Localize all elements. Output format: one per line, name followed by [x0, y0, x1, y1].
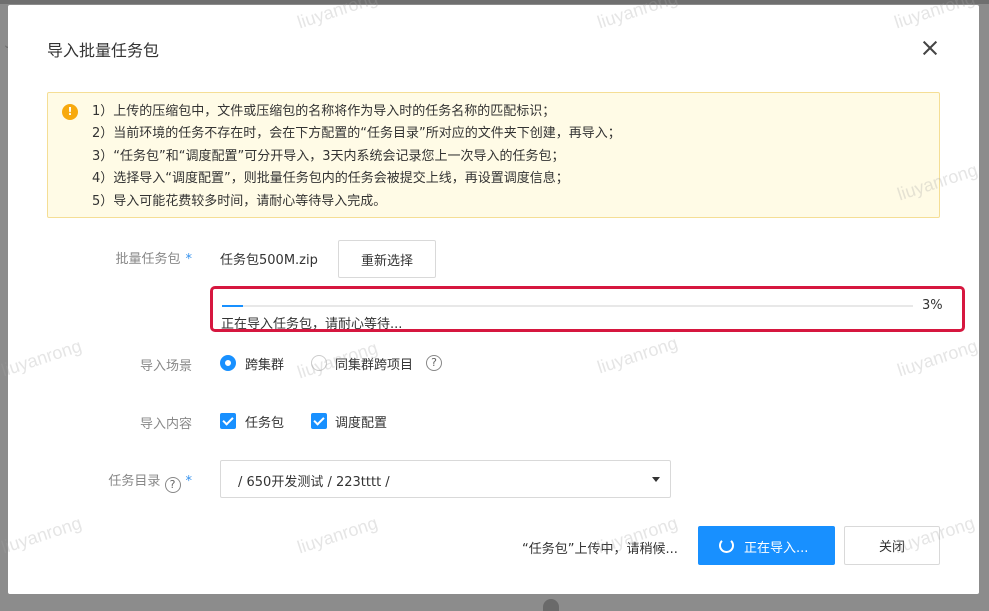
warning-icon: !: [62, 104, 78, 120]
package-file-name: 任务包500M.zip: [220, 253, 318, 268]
dialog-title: 导入批量任务包: [47, 41, 160, 60]
package-label-text: 批量任务包: [115, 252, 181, 267]
required-mark: *: [185, 474, 193, 489]
directory-select[interactable]: / 650开发测试 / 223tttt /: [220, 460, 671, 498]
notice-box: ! 1）上传的压缩包中，文件或压缩包的名称将作为导入时的任务名称的匹配标识； 2…: [47, 92, 940, 218]
progress-status-text: 正在导入任务包，请耐心等待...: [221, 317, 403, 332]
scene-radio-same-cluster[interactable]: [311, 355, 327, 371]
notice-line: 5）导入可能花费较多时间，请耐心等待导入完成。: [92, 193, 387, 209]
notice-line: 3）“任务包”和“调度配置”可分开导入，3天内系统会记录您上一次导入的任务包；: [92, 148, 565, 164]
notice-line: 4）选择导入“调度配置”，则批量任务包内的任务会被提交上线，再设置调度信息；: [92, 171, 569, 187]
progress-track: [222, 305, 913, 307]
content-label: 导入内容: [139, 417, 192, 432]
background-anchor-icon: [543, 599, 559, 611]
directory-help-icon[interactable]: ?: [164, 477, 181, 493]
scene-radio-cross-cluster[interactable]: [220, 355, 236, 371]
package-label: 批量任务包 *: [42, 248, 192, 267]
importing-button-label: 正在导入...: [744, 541, 809, 556]
close-button[interactable]: 关闭: [844, 526, 940, 565]
progress-highlight-box: 3% 正在导入任务包，请耐心等待...: [210, 286, 965, 332]
scene-help-icon[interactable]: ?: [426, 355, 442, 371]
caret-down-icon: [652, 477, 660, 482]
notice-line: 2）当前环境的任务不存在时，会在下方配置的“任务目录”所对应的文件夹下创建，再导…: [92, 126, 621, 142]
progress-percent: 3%: [922, 298, 943, 313]
scene-option-label: 跨集群: [245, 358, 285, 373]
content-checkbox-package[interactable]: [220, 413, 236, 429]
notice-line: 1）上传的压缩包中，文件或压缩包的名称将作为导入时的任务名称的匹配标识；: [92, 104, 556, 119]
directory-label: 任务目录 ? *: [42, 470, 192, 493]
upload-status-text: “任务包”上传中，请稍候...: [522, 542, 678, 557]
directory-select-value: / 650开发测试 / 223tttt /: [238, 475, 390, 490]
scene-option-label: 同集群跨项目: [335, 358, 414, 373]
reselect-button[interactable]: 重新选择: [338, 240, 436, 278]
progress-fill: [222, 305, 243, 307]
close-icon[interactable]: [918, 36, 942, 60]
import-dialog: 导入批量任务包 ! 1）上传的压缩包中，文件或压缩包的名称将作为导入时的任务名称…: [8, 5, 979, 594]
content-checkbox-schedule[interactable]: [311, 413, 327, 429]
background-top-strip: [0, 0, 989, 4]
required-mark: *: [185, 252, 193, 267]
content-option-label: 任务包: [245, 416, 285, 431]
importing-button[interactable]: 正在导入...: [698, 526, 835, 565]
notice-list: 1）上传的压缩包中，文件或压缩包的名称将作为导入时的任务名称的匹配标识； 2）当…: [92, 101, 621, 213]
directory-label-text: 任务目录: [108, 474, 161, 489]
loading-spinner-icon: [719, 538, 734, 553]
content-option-label: 调度配置: [335, 416, 388, 431]
scene-label: 导入场景: [139, 359, 192, 374]
